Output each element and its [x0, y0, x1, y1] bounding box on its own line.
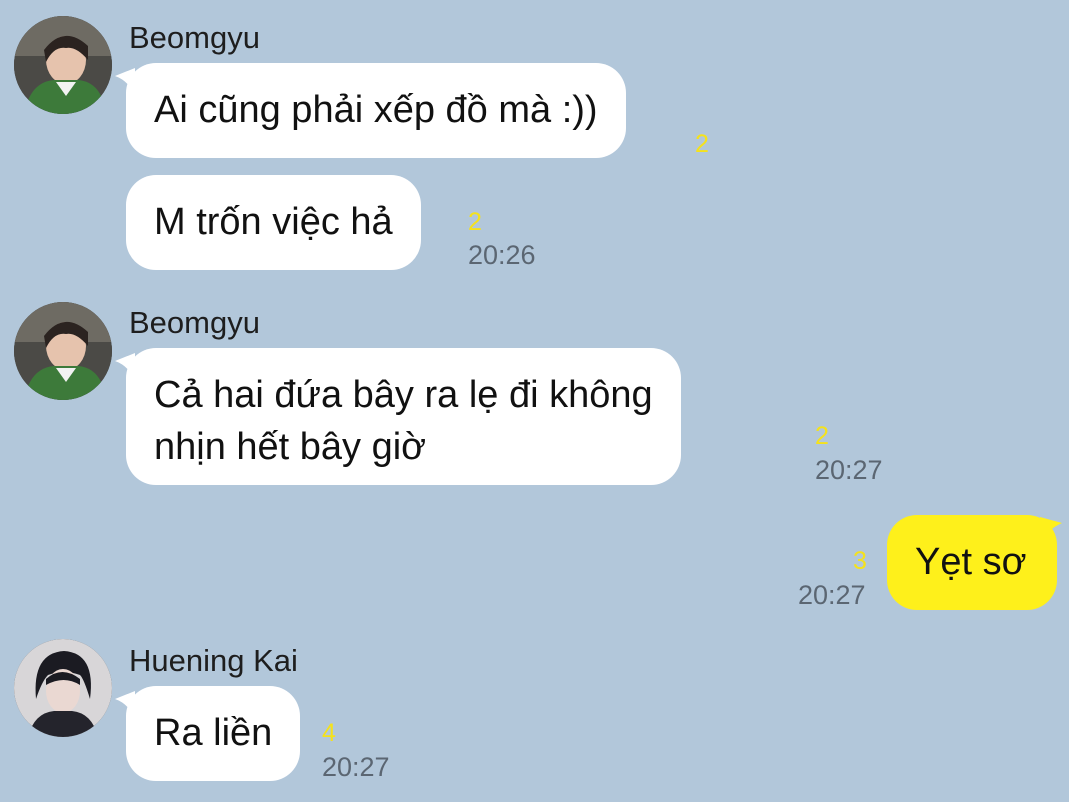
message-bubble[interactable]: Cả hai đứa bây ra lẹ đi không nhịn hết b… — [126, 348, 681, 485]
message-timestamp: 20:27 — [798, 580, 866, 610]
unread-count: 2 — [695, 130, 709, 158]
message-bubble[interactable]: Ai cũng phải xếp đồ mà :)) — [126, 63, 626, 158]
unread-count: 4 — [322, 719, 336, 747]
sender-name: Huening Kai — [129, 643, 298, 678]
bubble-tail — [115, 353, 135, 379]
avatar[interactable] — [14, 16, 112, 114]
avatar[interactable] — [14, 302, 112, 400]
message-text-line: Cả hai đứa bây ra lẹ đi không — [154, 374, 653, 416]
message-text: M trốn việc hả — [154, 201, 393, 243]
message-text: Ra liền — [154, 712, 273, 754]
profile-photo-icon — [14, 16, 112, 114]
bubble-tail — [115, 68, 135, 94]
unread-count: 2 — [815, 422, 829, 450]
message-bubble[interactable]: M trốn việc hả — [126, 175, 421, 270]
message-text-line: nhịn hết bây giờ — [154, 426, 427, 468]
unread-count: 3 — [853, 547, 867, 575]
message-timestamp: 20:27 — [815, 455, 883, 485]
message-text: Yẹt sơ — [915, 541, 1027, 583]
bubble-tail — [115, 691, 135, 717]
sender-name: Beomgyu — [129, 305, 260, 340]
bubble-tail — [1040, 517, 1062, 543]
profile-photo-icon — [14, 302, 112, 400]
message-timestamp: 20:26 — [468, 240, 536, 270]
message-bubble[interactable]: Ra liền — [126, 686, 301, 781]
chat-room: Beomgyu Ai cũng phải xếp đồ mà :)) 2 M t… — [0, 0, 1069, 802]
my-message-bubble[interactable]: Yẹt sơ — [887, 515, 1057, 610]
unread-count: 2 — [468, 208, 482, 236]
profile-photo-icon — [14, 639, 112, 737]
message-text: Ai cũng phải xếp đồ mà :)) — [154, 89, 598, 131]
avatar[interactable] — [14, 639, 112, 737]
message-timestamp: 20:27 — [322, 752, 390, 782]
sender-name: Beomgyu — [129, 20, 260, 55]
